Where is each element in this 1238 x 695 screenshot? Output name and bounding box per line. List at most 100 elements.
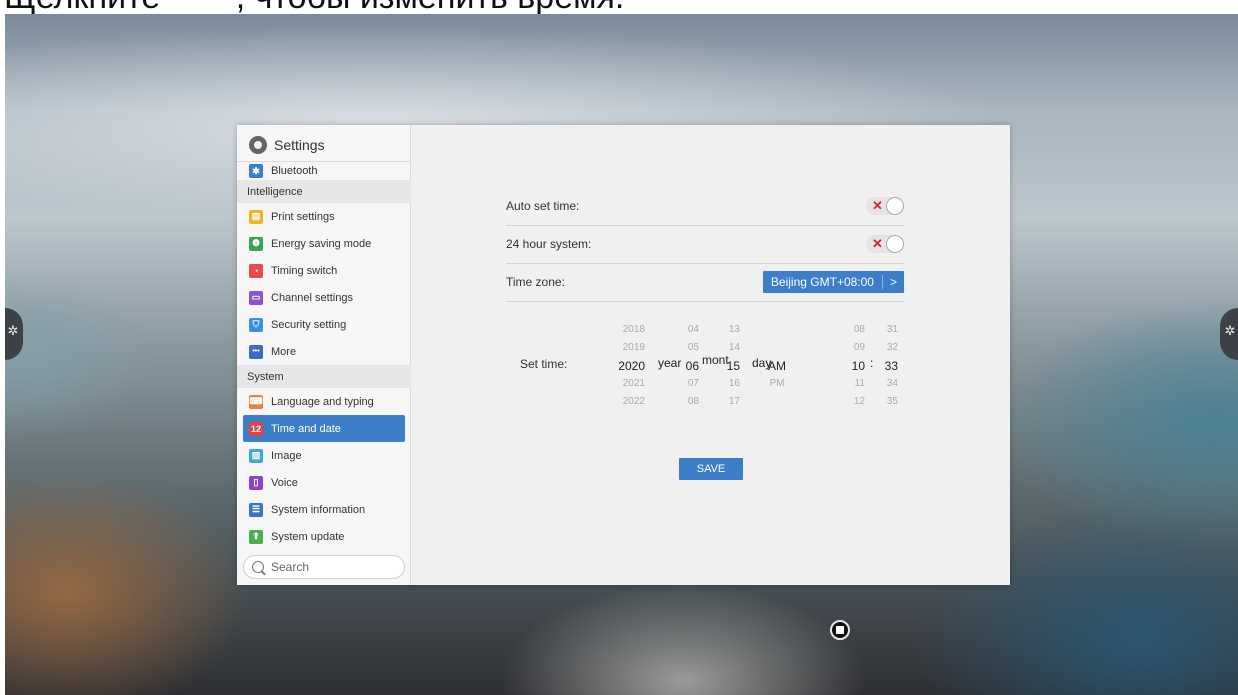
month-option[interactable]: 06 xyxy=(669,357,699,375)
sidebar-item-label: Timing switch xyxy=(271,264,338,277)
auto-set-time-row: Auto set time: ✕ xyxy=(506,187,904,226)
sidebar-item-label: Image xyxy=(271,449,302,462)
gear-icon: ✲ xyxy=(7,323,19,338)
sidebar-menu: ✱ Bluetooth Intelligence ▤ Print settings ❶ En… xyxy=(237,162,411,550)
minute-picker[interactable]: 31 32 33 34 35 xyxy=(862,321,898,411)
sidebar-item-label: Bluetooth xyxy=(271,165,318,177)
sidebar-item-system-information[interactable]: ☰ System information xyxy=(237,496,411,523)
hour-option[interactable]: 11 xyxy=(835,375,865,393)
set-time-label: Set time: xyxy=(520,357,568,371)
month-picker[interactable]: 04 05 06 07 08 xyxy=(669,321,699,411)
search-input[interactable] xyxy=(269,559,393,575)
year-option[interactable]: 2020 xyxy=(615,357,645,375)
info-icon: ☰ xyxy=(249,502,263,517)
settings-window: Settings ✱ Bluetooth Intelligence ▤ Print se… xyxy=(237,125,1010,585)
settings-gear-icon xyxy=(249,136,267,154)
timezone-value: Beijing GMT+08:00 xyxy=(770,275,874,289)
sidebar-item-timing-switch[interactable]: ◔ Timing switch xyxy=(237,257,411,284)
sidebar-item-image[interactable]: ▨ Image xyxy=(237,442,411,469)
sidebar-item-label: Security setting xyxy=(271,318,347,331)
speaker-icon: ▯ xyxy=(249,475,263,490)
sidebar-item-label: System information xyxy=(271,503,366,516)
toggle-knob xyxy=(886,235,904,253)
time-date-panel: Auto set time: ✕ 24 hour system: ✕ Time … xyxy=(412,125,1010,585)
ampm-option[interactable] xyxy=(757,339,797,357)
hour24-row: 24 hour system: ✕ xyxy=(506,225,904,264)
hour-option[interactable]: 12 xyxy=(835,393,865,411)
minute-option[interactable]: 33 xyxy=(862,357,898,375)
chevron-right-icon: > xyxy=(881,275,904,289)
auto-set-time-toggle[interactable]: ✕ xyxy=(866,197,904,215)
right-side-handle[interactable]: ✲ xyxy=(1220,308,1238,360)
ampm-picker[interactable]: AM PM xyxy=(757,321,797,411)
sidebar-item-label: Print settings xyxy=(271,210,335,223)
sidebar-item-print-settings[interactable]: ▤ Print settings xyxy=(237,203,411,230)
day-picker[interactable]: 13 14 15 16 17 xyxy=(710,321,740,411)
image-icon: ▨ xyxy=(249,448,263,463)
shield-icon: ⛉ xyxy=(249,317,263,332)
sidebar: Settings ✱ Bluetooth Intelligence ▤ Print se… xyxy=(237,125,411,585)
sidebar-item-voice[interactable]: ▯ Voice xyxy=(237,469,411,496)
left-side-handle[interactable]: ✲ xyxy=(5,308,23,360)
sidebar-item-language-and-typing[interactable]: ⌨ Language and typing xyxy=(237,388,411,415)
day-option[interactable]: 16 xyxy=(710,375,740,393)
sidebar-item-more[interactable]: ••• More xyxy=(237,338,411,365)
hour24-toggle[interactable]: ✕ xyxy=(866,235,904,253)
update-icon: ⬆ xyxy=(249,529,263,544)
leaf-icon: ❶ xyxy=(249,236,263,251)
year-option[interactable]: 2022 xyxy=(615,393,645,411)
year-option[interactable]: 2018 xyxy=(615,321,645,339)
minute-option[interactable]: 35 xyxy=(862,393,898,411)
print-icon: ▤ xyxy=(249,209,263,224)
hour-picker[interactable]: 08 09 10 11 12 xyxy=(835,321,865,411)
day-option[interactable]: 13 xyxy=(710,321,740,339)
sidebar-item-channel-settings[interactable]: ▭ Channel settings xyxy=(237,284,411,311)
keyboard-icon: ⌨ xyxy=(249,394,263,409)
day-option[interactable]: 17 xyxy=(710,393,740,411)
timezone-button[interactable]: Beijing GMT+08:00 > xyxy=(762,271,904,293)
sidebar-item-label: Time and date xyxy=(271,422,341,435)
ampm-option[interactable] xyxy=(757,321,797,339)
month-option[interactable]: 07 xyxy=(669,375,699,393)
year-picker[interactable]: 2018 2019 2020 2021 2022 xyxy=(615,321,645,411)
year-option[interactable]: 2021 xyxy=(615,375,645,393)
sidebar-item-energy-saving-mode[interactable]: ❶ Energy saving mode xyxy=(237,230,411,257)
toggle-knob xyxy=(886,197,904,215)
sidebar-item-bluetooth[interactable]: ✱ Bluetooth xyxy=(237,162,411,180)
month-option[interactable]: 05 xyxy=(669,339,699,357)
minute-option[interactable]: 32 xyxy=(862,339,898,357)
day-option[interactable]: 15 xyxy=(710,357,740,375)
ampm-option[interactable]: PM xyxy=(757,375,797,393)
ampm-option[interactable]: AM xyxy=(757,357,797,375)
month-option[interactable]: 08 xyxy=(669,393,699,411)
clock-icon: ◔ xyxy=(249,263,263,278)
sidebar-item-label: Channel settings xyxy=(271,291,353,304)
day-option[interactable]: 14 xyxy=(710,339,740,357)
year-option[interactable]: 2019 xyxy=(615,339,645,357)
sidebar-item-label: More xyxy=(271,345,297,358)
month-option[interactable]: 04 xyxy=(669,321,699,339)
caption-text: Щелкните , чтобы изменить время. xyxy=(4,0,624,14)
minute-option[interactable]: 34 xyxy=(862,375,898,393)
caption-bar: Щелкните , чтобы изменить время. xyxy=(0,0,1238,14)
save-button[interactable]: SAVE xyxy=(679,458,743,480)
hour24-label: 24 hour system: xyxy=(506,237,592,251)
gear-icon: ✲ xyxy=(1224,323,1236,338)
sidebar-item-security-setting[interactable]: ⛉ Security setting xyxy=(237,311,411,338)
search-box[interactable] xyxy=(243,555,405,579)
hour-option[interactable]: 10 xyxy=(835,357,865,375)
home-button[interactable] xyxy=(830,620,850,640)
minute-option[interactable]: 31 xyxy=(862,321,898,339)
hour-option[interactable]: 09 xyxy=(835,339,865,357)
sidebar-item-label: Voice xyxy=(271,476,298,489)
section-header-intelligence: Intelligence xyxy=(237,180,411,203)
sidebar-item-label: System update xyxy=(271,530,345,543)
sidebar-item-system-update[interactable]: ⬆ System update xyxy=(237,523,411,550)
hour-option[interactable]: 08 xyxy=(835,321,865,339)
sidebar-item-time-and-date[interactable]: 12 Time and date xyxy=(243,415,405,442)
sidebar-header: Settings xyxy=(249,134,325,156)
sidebar-item-label: Language and typing xyxy=(271,395,374,408)
sidebar-item-label: Energy saving mode xyxy=(271,237,372,250)
section-header-system: System xyxy=(237,365,411,388)
ampm-option[interactable] xyxy=(757,393,797,411)
